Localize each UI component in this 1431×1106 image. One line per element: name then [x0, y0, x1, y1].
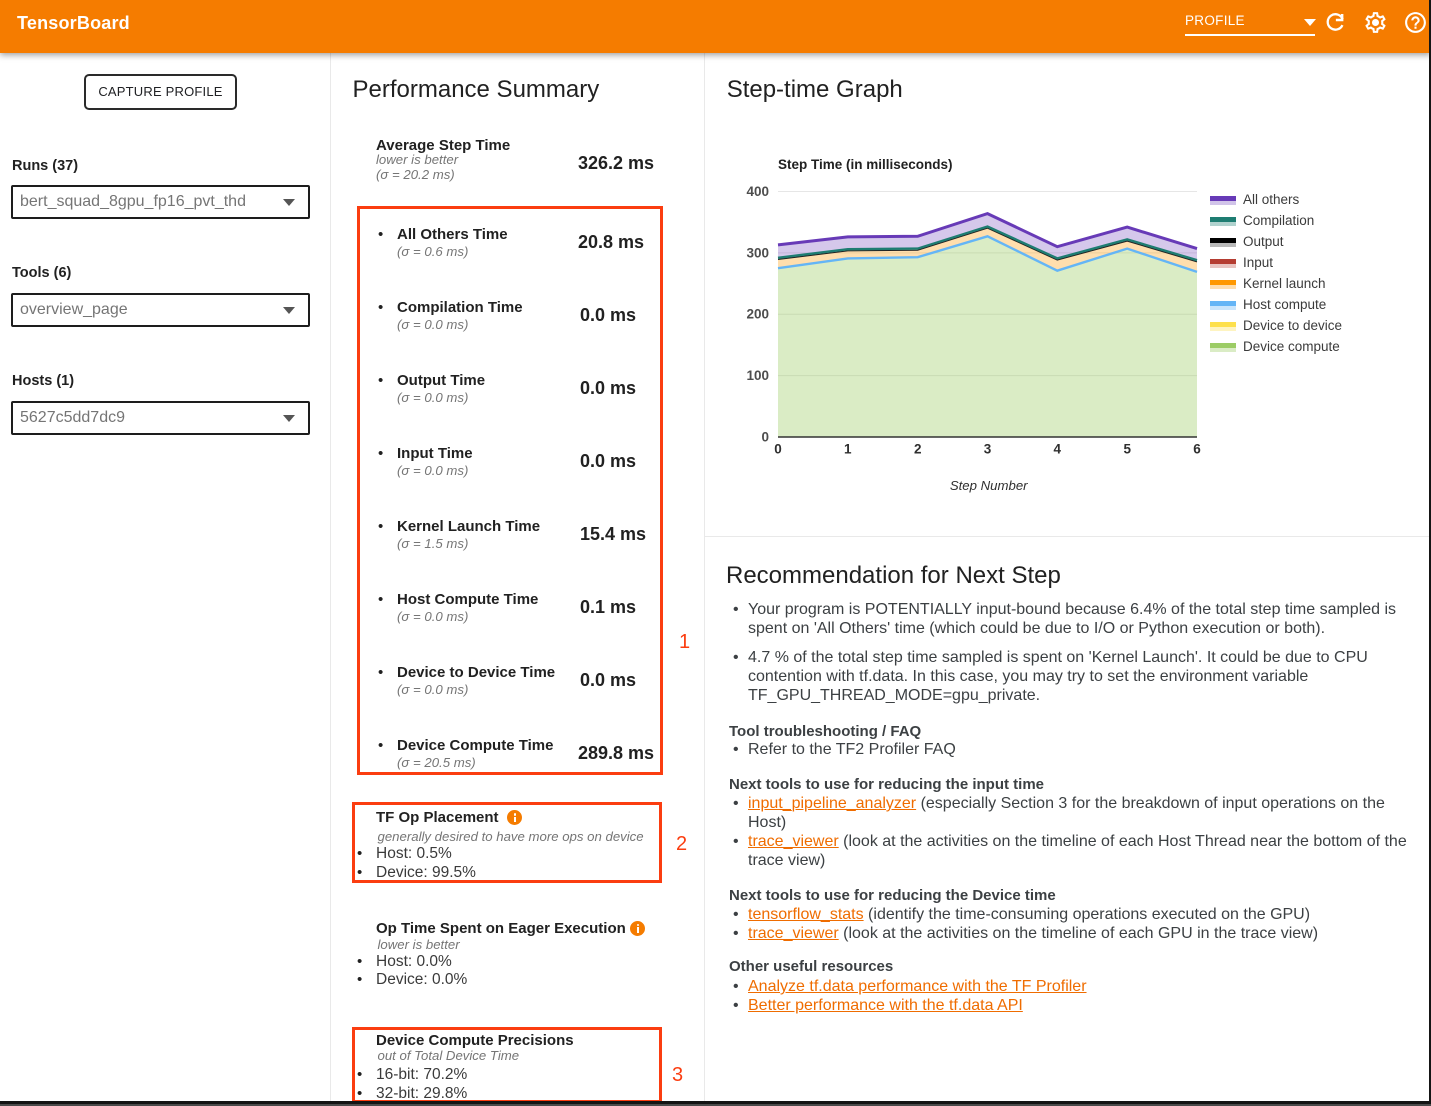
svg-text:200: 200	[746, 307, 769, 322]
svg-text:5: 5	[1123, 442, 1131, 457]
svg-text:Step Time (in milliseconds): Step Time (in milliseconds)	[778, 157, 953, 172]
svg-text:300: 300	[746, 245, 769, 260]
svg-text:4: 4	[1054, 442, 1062, 457]
svg-text:400: 400	[746, 184, 769, 199]
svg-text:1: 1	[844, 442, 852, 457]
svg-text:6: 6	[1193, 442, 1201, 457]
svg-text:3: 3	[984, 442, 992, 457]
svg-text:0: 0	[774, 442, 782, 457]
svg-text:Step Number: Step Number	[950, 478, 1028, 493]
svg-text:100: 100	[746, 368, 769, 383]
svg-text:0: 0	[761, 430, 769, 445]
svg-text:2: 2	[914, 442, 922, 457]
